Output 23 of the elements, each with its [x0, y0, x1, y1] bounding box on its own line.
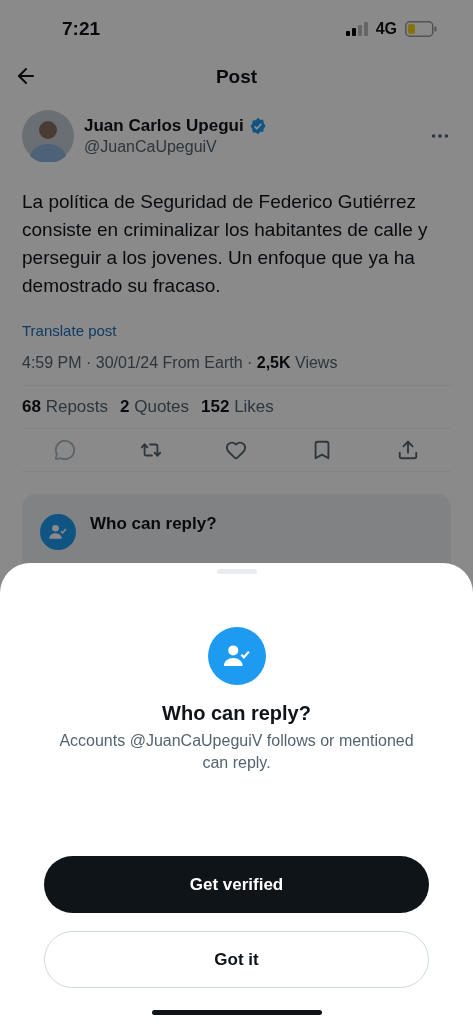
get-verified-button[interactable]: Get verified	[44, 856, 429, 913]
avatar	[22, 110, 74, 162]
sheet-title: Who can reply?	[162, 702, 311, 725]
heart-icon[interactable]	[225, 439, 248, 461]
notice-title: Who can reply?	[90, 514, 217, 535]
translate-link[interactable]: Translate post	[22, 322, 117, 339]
sheet-handle[interactable]	[216, 569, 257, 574]
stat-count[interactable]: 68 Reposts	[22, 397, 108, 417]
author-handle: @JuanCaUpeguiV	[84, 138, 218, 156]
post-text: La política de Seguridad de Federico Gutiérrez consiste en criminalizar los habitantes de calle y perseguir a los jovenes. Un enfoque que ya ha demostrado su fracaso.	[22, 190, 429, 298]
sheet-description: Accounts @JuanCaUpeguiV follows or mentioned can reply.	[58, 731, 415, 773]
signal-icon	[345, 22, 368, 36]
page-title: Post	[215, 66, 258, 88]
stat-count[interactable]: 152 Likes	[201, 397, 274, 417]
post-meta: 4:59 PM · 30/01/24 From Earth · 2,5K Views	[22, 354, 451, 386]
network-label: 4G	[375, 20, 397, 38]
stat-count[interactable]: 2 Quotes	[120, 397, 190, 417]
status-time: 7:21	[62, 18, 101, 40]
person-check-icon	[48, 522, 68, 542]
got-it-button[interactable]: Got it	[44, 931, 429, 988]
author-name: Juan Carlos Upegui	[84, 116, 244, 136]
battery-icon	[405, 21, 437, 37]
share-icon[interactable]	[397, 439, 420, 461]
